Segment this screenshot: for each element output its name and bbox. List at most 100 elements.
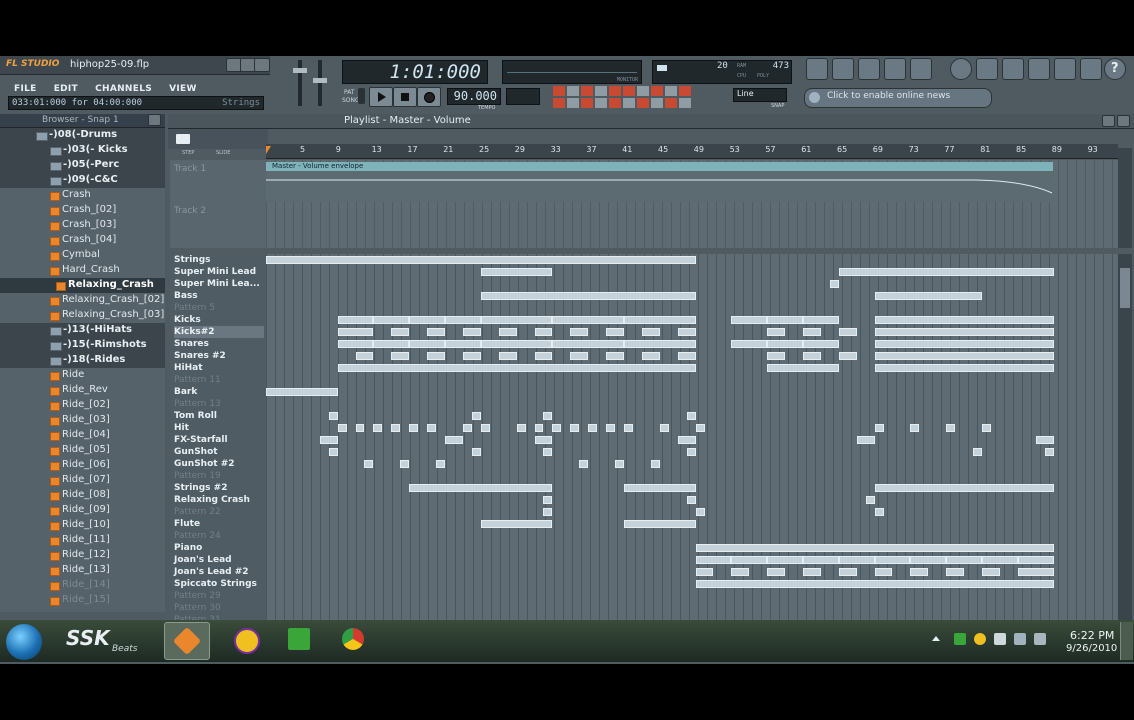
pattern-clip[interactable] (480, 268, 553, 276)
taskbar-fl-studio[interactable] (164, 622, 210, 660)
pattern-label[interactable]: Relaxing Crash (174, 494, 264, 506)
pattern-clip[interactable] (677, 328, 696, 336)
pattern-clip[interactable] (480, 292, 696, 300)
pattern-label[interactable]: Pattern 11 (174, 374, 264, 386)
tray-utorrent-icon[interactable] (954, 633, 966, 645)
pattern-clip[interactable] (355, 424, 365, 432)
browser-folder[interactable]: -)13(-HiHats (0, 323, 165, 338)
pattern-clip[interactable] (427, 424, 437, 432)
pattern-clip[interactable] (534, 328, 553, 336)
master-pitch-slider[interactable] (318, 60, 322, 106)
pattern-label[interactable]: Bass (174, 290, 264, 302)
tool-btn-6[interactable] (623, 86, 635, 96)
online-news-box[interactable]: Click to enable online news (804, 88, 992, 108)
pattern-clip[interactable] (570, 424, 580, 432)
browser-file[interactable]: Ride_[11] (0, 533, 165, 548)
pattern-clip[interactable] (731, 568, 750, 576)
browser-file[interactable]: Cymbal (0, 248, 165, 263)
pattern-clip[interactable] (838, 328, 857, 336)
tray-messenger-icon[interactable] (974, 633, 986, 645)
browser-file[interactable]: Crash_[02] (0, 203, 165, 218)
pattern-clip[interactable] (874, 424, 884, 432)
pattern-clip[interactable] (650, 460, 660, 468)
browser-file[interactable]: Ride_[02] (0, 398, 165, 413)
browser-file[interactable]: Ride_[15] (0, 593, 165, 608)
pattern-clip[interactable] (445, 436, 463, 444)
browser-file[interactable]: Ride_[05] (0, 443, 165, 458)
menu-channels[interactable]: CHANNELS (95, 84, 152, 94)
help-button[interactable]: ? (1104, 58, 1126, 80)
pattern-clip[interactable] (767, 340, 803, 348)
pattern-clip[interactable] (409, 424, 419, 432)
browser-file[interactable]: Relaxing_Crash_[03] (0, 308, 165, 323)
pattern-clip[interactable] (337, 364, 696, 372)
pattern-clip[interactable] (982, 568, 1000, 576)
volume-envelope-clip[interactable]: Master - Volume envelope (266, 162, 1053, 202)
browser-file[interactable]: Ride_[08] (0, 488, 165, 503)
pattern-scroll-thumb[interactable] (1120, 268, 1130, 308)
pattern-clip[interactable] (579, 460, 589, 468)
pattern-clip[interactable] (641, 352, 660, 360)
browser-file[interactable]: Ride_[07] (0, 473, 165, 488)
pattern-clip[interactable] (695, 508, 705, 516)
browser-folder[interactable]: -)18(-Rides (0, 353, 165, 368)
pattern-label[interactable]: Pattern 30 (174, 602, 264, 614)
pattern-clip[interactable] (767, 316, 803, 324)
browser-file[interactable]: Crash_[04] (0, 233, 165, 248)
tool-btn-20[interactable] (679, 98, 691, 108)
cut-button[interactable] (1028, 58, 1050, 80)
pattern-label[interactable]: Spiccato Strings (174, 578, 264, 590)
pattern-clip[interactable] (731, 556, 768, 564)
pattern-clip[interactable] (328, 448, 338, 456)
pattern-label[interactable]: GunShot (174, 446, 264, 458)
pattern-clip[interactable] (767, 556, 803, 564)
pattern-selector[interactable] (506, 88, 540, 105)
pattern-clip[interactable] (686, 496, 696, 504)
pattern-clip[interactable] (874, 340, 1054, 348)
pattern-clip[interactable] (803, 352, 821, 360)
tray-expand-icon[interactable] (932, 636, 940, 641)
pattern-label[interactable]: Hit (174, 422, 264, 434)
pattern-clip[interactable] (400, 460, 410, 468)
pattern-clip[interactable] (695, 556, 732, 564)
pattern-clip[interactable] (462, 424, 472, 432)
pattern-clip[interactable] (624, 424, 633, 432)
browser-file[interactable]: Ride_[10] (0, 518, 165, 533)
stop-button[interactable] (393, 87, 417, 107)
tool-btn-3[interactable] (581, 86, 593, 96)
pattern-clip[interactable] (427, 328, 445, 336)
pattern-label[interactable]: Pattern 19 (174, 470, 264, 482)
start-button[interactable] (6, 624, 42, 660)
pattern-clip[interactable] (910, 568, 929, 576)
pattern-clip[interactable] (391, 328, 410, 336)
pattern-clip[interactable] (427, 352, 445, 360)
pattern-clip[interactable] (686, 448, 696, 456)
tool-btn-14[interactable] (595, 98, 607, 108)
render-button[interactable] (1002, 58, 1024, 80)
pattern-clip[interactable] (534, 436, 553, 444)
pattern-grid[interactable] (266, 254, 1118, 624)
browser-file[interactable]: Ride_[12] (0, 548, 165, 563)
pattern-clip[interactable] (838, 268, 1054, 276)
tray-volume-icon[interactable] (994, 633, 1006, 645)
playlist-restore-button[interactable] (1102, 115, 1115, 127)
pattern-clip[interactable] (874, 484, 1054, 492)
tool-btn-17[interactable] (637, 98, 649, 108)
record-button[interactable] (417, 87, 441, 107)
pattern-clip[interactable] (1017, 568, 1054, 576)
pattern-clip[interactable] (319, 436, 338, 444)
tool-btn-10[interactable] (679, 86, 691, 96)
pattern-clip[interactable] (641, 328, 660, 336)
pattern-label[interactable]: Snares (174, 338, 264, 350)
pattern-label[interactable]: GunShot #2 (174, 458, 264, 470)
pattern-clip[interactable] (767, 352, 786, 360)
pattern-label[interactable]: Kicks#2 (174, 326, 264, 338)
tool-btn-7[interactable] (637, 86, 649, 96)
taskbar-messenger[interactable] (224, 622, 268, 658)
pat-song-switch[interactable] (358, 88, 365, 104)
pattern-clip[interactable] (982, 556, 1018, 564)
playlist-window-button[interactable] (806, 58, 828, 80)
pattern-label[interactable]: Snares #2 (174, 350, 264, 362)
pattern-clip[interactable] (624, 484, 696, 492)
menu-edit[interactable]: EDIT (54, 84, 78, 94)
